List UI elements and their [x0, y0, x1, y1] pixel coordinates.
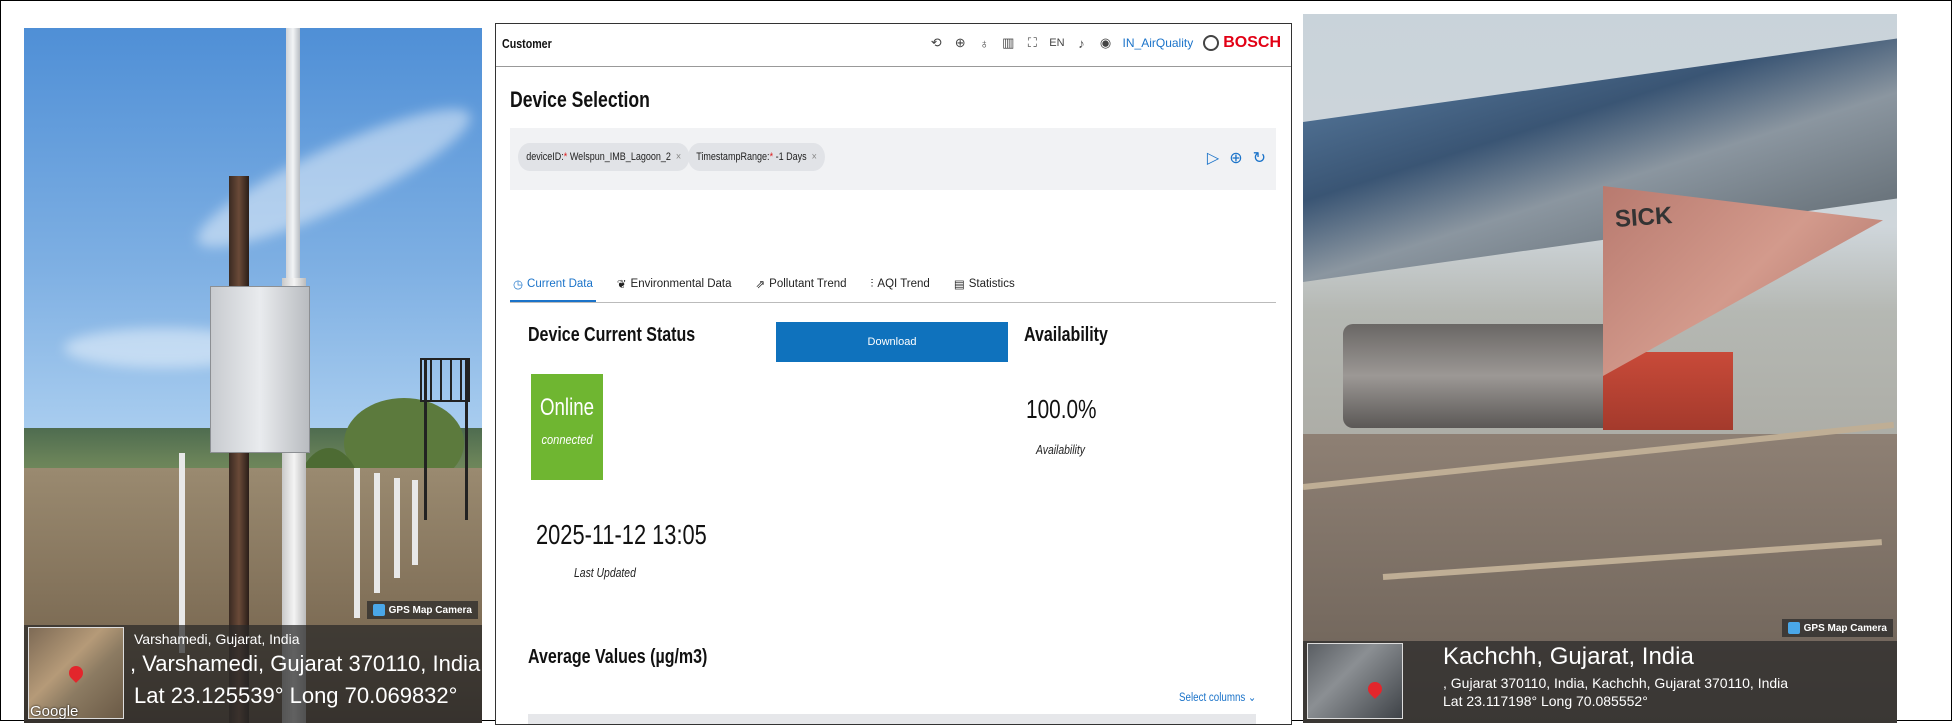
camera-icon	[372, 604, 385, 616]
status-sub: connected	[541, 432, 593, 447]
mini-map	[1307, 643, 1403, 719]
status-badge: Online connected	[531, 374, 603, 480]
filter-bar: deviceID:* Welspun_IMB_Lagoon_2 × Timest…	[510, 128, 1276, 190]
map-pin-icon	[66, 663, 86, 683]
tab-label: Current Data	[527, 278, 593, 290]
gps-camera-badge: GPS Map Camera	[366, 601, 478, 619]
geo-address: , Varshamedi, Gujarat 370110, India	[130, 651, 481, 676]
tab-bar: ◷ Current Data ❦ Environmental Data ⇗ Pollu…	[510, 268, 1276, 303]
trend-icon: ⫶	[870, 277, 874, 290]
filter-chip-device[interactable]: deviceID:* Welspun_IMB_Lagoon_2 ×	[518, 143, 690, 171]
leaf-icon: ❦	[616, 279, 627, 291]
site-photo-left: GPS Map Camera Google Varshamedi, Gujara…	[24, 28, 482, 723]
availability-value: 100.0%	[1026, 394, 1097, 424]
add-icon[interactable]: ⊕	[1229, 148, 1242, 168]
availability-title: Availability	[1024, 324, 1108, 346]
dashboard-screenshot: Customer ⟲ ⊕ ♁ ▥ ⛶ EN ♪ ◉ IN_AirQuality …	[495, 23, 1292, 725]
close-icon[interactable]: ×	[676, 151, 681, 163]
geo-coords: Lat 23.125539° Long 70.069832°	[134, 683, 458, 708]
availability-label: Availability	[1036, 442, 1085, 457]
tab-label: Statistics	[968, 278, 1015, 290]
fence-post	[354, 468, 360, 618]
geo-place: Varshamedi, Gujarat, India	[134, 631, 300, 647]
chart-icon: ⇗	[755, 279, 766, 291]
map-brand: Google	[30, 703, 79, 720]
fence-post	[374, 473, 380, 593]
table-icon: ▤	[953, 279, 965, 291]
select-columns-label: Select columns	[1179, 692, 1246, 704]
language-selector[interactable]: EN	[1049, 37, 1064, 49]
fence-post	[179, 453, 185, 653]
badge-icon[interactable]: ♁	[977, 36, 991, 51]
gps-camera-badge: GPS Map Camera	[1781, 619, 1893, 637]
top-bar: Customer ⟲ ⊕ ♁ ▥ ⛶ EN ♪ ◉ IN_AirQuality …	[496, 24, 1291, 67]
tab-pollutant-trend[interactable]: ⇗ Pollutant Trend	[753, 268, 850, 300]
tab-aqi-trend[interactable]: ⫶ AQI Trend	[868, 268, 933, 300]
bosch-brand: BOSCH	[1203, 34, 1281, 52]
site-photo-right: SICK GPS Map Camera Kachchh, Gujarat, In…	[1303, 14, 1897, 723]
geo-coords: Lat 23.117198° Long 70.085552°	[1443, 693, 1648, 709]
sensor-enclosure	[210, 286, 310, 453]
top-icons: ⟲ ⊕ ♁ ▥ ⛶ EN ♪ ◉ IN_AirQuality BOSCH	[929, 34, 1281, 52]
average-values-title: Average Values (µg/m3)	[528, 646, 708, 668]
page-title: Device Selection	[510, 87, 650, 112]
last-updated-value: 2025-11-12 13:05	[536, 519, 707, 550]
bosch-logo-icon	[1203, 35, 1220, 51]
filter-chip-timestamp[interactable]: TimestampRange:* -1 Days ×	[688, 143, 826, 171]
filter-label: TimestampRange:	[696, 151, 770, 163]
filter-actions: ▷ ⊕ ↻	[1207, 148, 1266, 168]
history-icon[interactable]: ⟲	[929, 35, 943, 51]
antenna-pole	[286, 28, 300, 278]
camera-icon	[1787, 622, 1800, 634]
fence-post	[394, 478, 400, 578]
chevron-down-icon: ⌄	[1248, 692, 1257, 704]
book-icon[interactable]: ▥	[1001, 35, 1015, 51]
tab-label: Environmental Data	[630, 278, 732, 290]
sensor-brand-sign: SICK	[1614, 202, 1674, 233]
status-title: Device Current Status	[528, 324, 696, 346]
gps-badge-label: GPS Map Camera	[388, 604, 472, 616]
geo-place: Kachchh, Gujarat, India	[1443, 643, 1694, 670]
weather-tower	[424, 360, 468, 520]
geo-tag-overlay: Google Varshamedi, Gujarat, India , Vars…	[24, 625, 482, 723]
geo-tag-overlay: Kachchh, Gujarat, India , Gujarat 370110…	[1303, 641, 1897, 723]
tab-statistics[interactable]: ▤ Statistics	[951, 268, 1018, 300]
gps-badge-label: GPS Map Camera	[1803, 622, 1887, 634]
app-link[interactable]: IN_AirQuality	[1123, 36, 1194, 50]
status-value: Online	[539, 394, 595, 421]
tab-current-data[interactable]: ◷ Current Data	[510, 268, 596, 302]
close-icon[interactable]: ×	[812, 151, 817, 163]
globe-icon[interactable]: ⊕	[953, 35, 967, 51]
fullscreen-icon[interactable]: ⛶	[1025, 35, 1039, 51]
user-icon[interactable]: ◉	[1099, 35, 1113, 51]
sensor-pipe	[1343, 324, 1623, 428]
geo-address: , Gujarat 370110, India, Kachchh, Gujara…	[1443, 675, 1789, 691]
filter-label: deviceID:	[526, 151, 564, 163]
tab-label: Pollutant Trend	[769, 278, 847, 290]
tab-label: AQI Trend	[877, 278, 930, 290]
tab-environmental-data[interactable]: ❦ Environmental Data	[614, 268, 735, 300]
brand-label: BOSCH	[1223, 34, 1281, 51]
play-icon[interactable]: ▷	[1207, 148, 1219, 168]
last-updated-label: Last Updated	[574, 565, 636, 580]
download-button[interactable]: Download	[776, 322, 1008, 362]
map-pin-icon	[1365, 679, 1385, 699]
clock-icon: ◷	[513, 279, 524, 291]
fence-post	[412, 480, 418, 565]
bell-icon[interactable]: ♪	[1075, 36, 1089, 51]
select-columns-link[interactable]: Select columns ⌄	[1179, 690, 1256, 704]
app-title: Customer	[502, 36, 552, 51]
filter-value: Welspun_IMB_Lagoon_2	[567, 151, 671, 163]
reset-icon[interactable]: ↻	[1253, 148, 1266, 168]
filter-value: -1 Days	[773, 151, 807, 163]
